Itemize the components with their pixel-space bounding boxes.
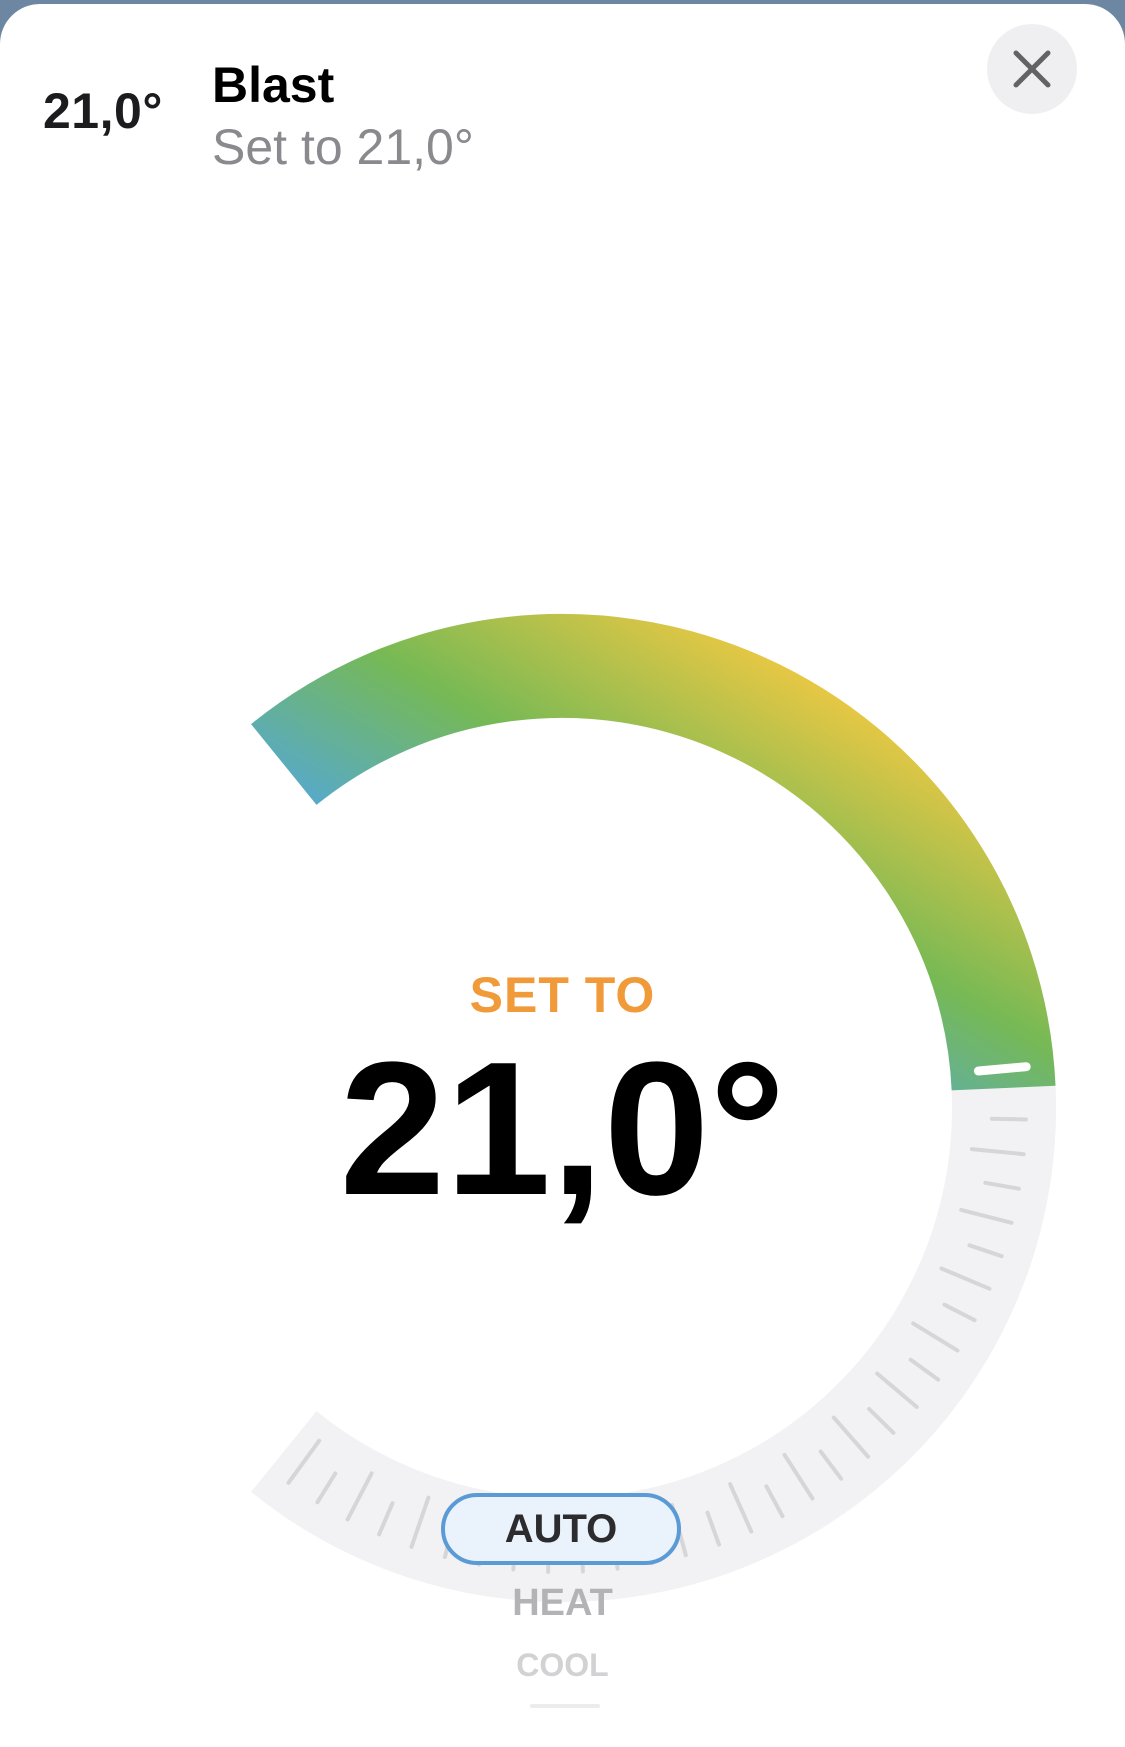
temperature-dial[interactable]: [0, 4, 1125, 1747]
mode-auto-button[interactable]: AUTO: [441, 1493, 681, 1565]
mode-cool-button[interactable]: COOL: [0, 1647, 1125, 1684]
mode-picker-more-indicator: [530, 1704, 600, 1708]
mode-heat-button[interactable]: HEAT: [0, 1582, 1125, 1625]
thermostat-sheet: 21,0° Blast Set to 21,0° SET TO 21,0° AU…: [0, 4, 1125, 1747]
target-temperature: 21,0°: [339, 1023, 786, 1235]
set-to-label: SET TO: [469, 967, 656, 1023]
